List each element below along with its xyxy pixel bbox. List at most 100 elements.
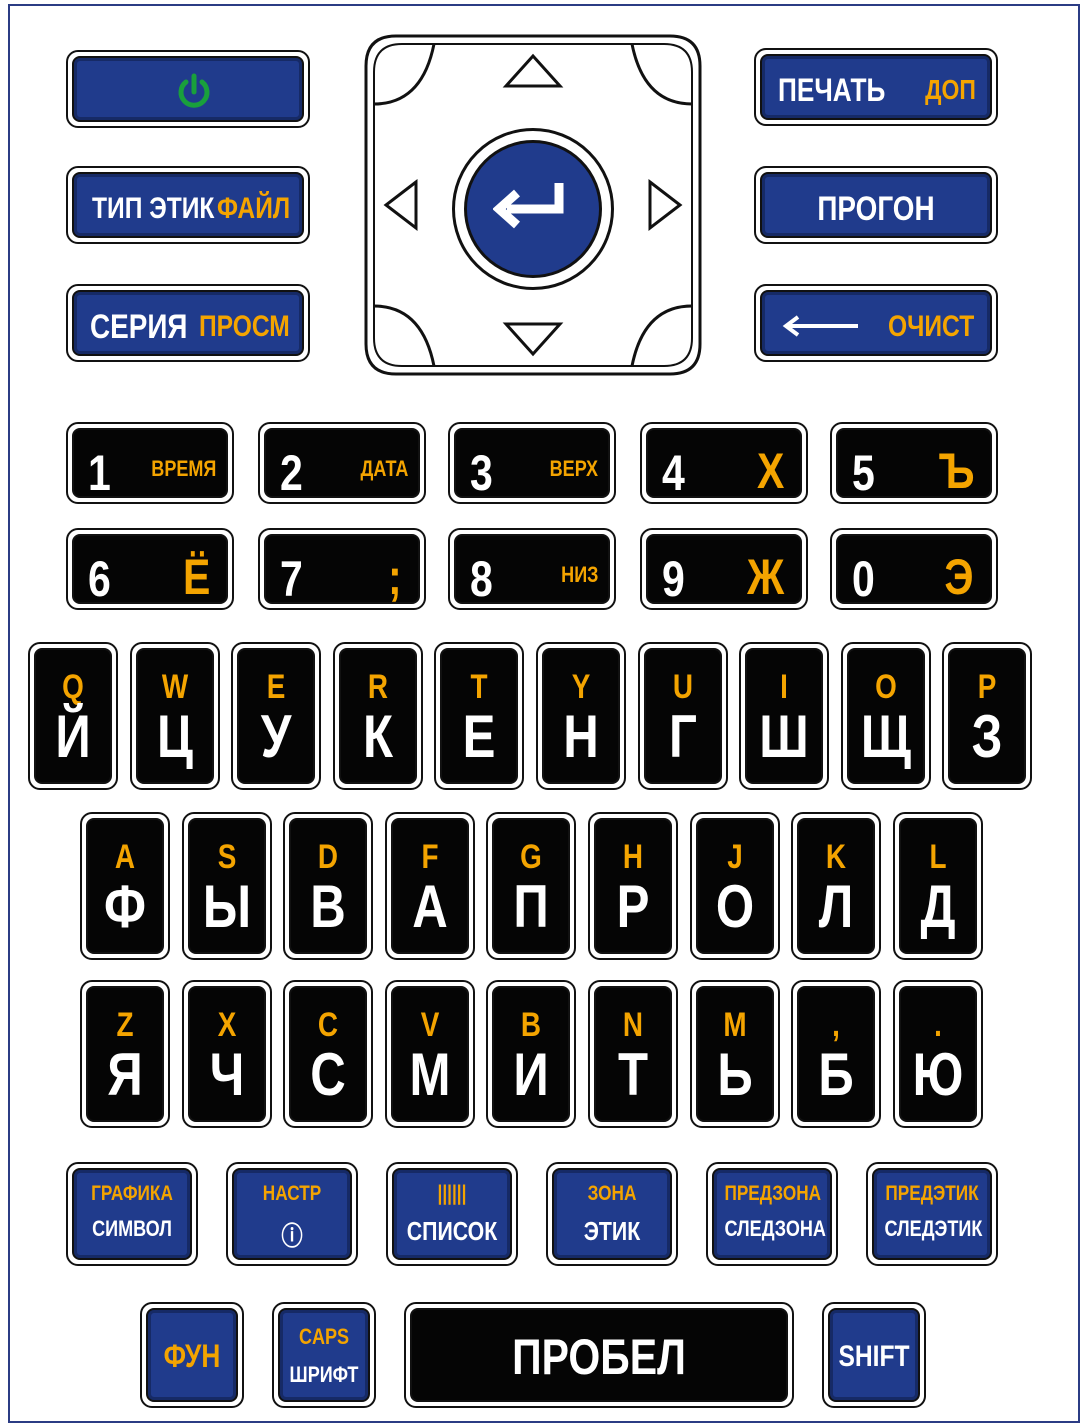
feed-label: ПРОГОН [817,190,935,228]
number-alt-letter: Х [756,443,784,498]
function-main-label: СПИСОК [406,1216,498,1246]
letter-key[interactable]: CС [283,980,373,1128]
letter-key[interactable]: HР [588,812,678,960]
cyrillic-label: И [513,1041,549,1108]
clear-key[interactable]: ОЧИСТ [754,284,998,362]
cyrillic-label: Е [462,703,496,770]
letter-key[interactable]: LД [893,812,983,960]
space-key[interactable]: ПРОБЕЛ [404,1302,794,1408]
function-top-label: ГРАФИКА [91,1182,173,1205]
cyrillic-label: Б [818,1041,854,1108]
label-type-key[interactable]: ТИП ЭТИК ФАЙЛ [66,166,310,244]
letter-key[interactable]: KЛ [791,812,881,960]
number-key-6[interactable]: 6Ё [66,528,234,610]
function-row-key[interactable]: НАСТР ⓘ [226,1162,358,1266]
letter-key[interactable]: NТ [588,980,678,1128]
function-main-label: СИМВОЛ [92,1216,172,1241]
letter-key[interactable]: EУ [231,642,321,790]
function-row-key[interactable]: ПРЕДЗОНА СЛЕДЗОНА [706,1162,838,1266]
number-alt-letter: Э [944,549,974,604]
space-label: ПРОБЕЛ [512,1329,686,1385]
info-icon: ⓘ [281,1221,303,1251]
cyrillic-label: Ь [717,1041,753,1108]
letter-key[interactable]: JО [690,812,780,960]
backspace-arrow-icon [782,315,858,337]
number-label: 7 [280,551,303,604]
letter-key[interactable]: UГ [638,642,728,790]
number-label: 1 [88,445,111,498]
letter-key[interactable]: TЕ [434,642,524,790]
number-key-7[interactable]: 7; [258,528,426,610]
number-alt-letter: Ъ [938,443,974,498]
letter-key[interactable]: DВ [283,812,373,960]
letter-key[interactable]: AФ [80,812,170,960]
cyrillic-label: Р [616,873,650,940]
number-label: 9 [662,551,685,604]
caps-font-key[interactable]: CAPS ШРИФТ [272,1302,376,1408]
number-key-8[interactable]: 8 НИЗ [448,528,616,610]
letter-key[interactable]: XЧ [182,980,272,1128]
letter-key[interactable]: .Ю [893,980,983,1128]
letter-key[interactable]: WЦ [130,642,220,790]
cyrillic-label: З [971,703,1003,770]
letter-key[interactable]: GП [486,812,576,960]
caps-label: CAPS [298,1324,350,1349]
number-label: 6 [88,551,111,604]
cyrillic-label: Ш [759,703,809,770]
function-main-label: СЛЕДЭТИК [884,1216,983,1241]
letter-key[interactable]: PЗ [942,642,1032,790]
function-row-key[interactable]: ЗОНА ЭТИК [546,1162,678,1266]
shift-key[interactable]: SHIFT [822,1302,926,1408]
power-key[interactable] [66,50,310,128]
cyrillic-label: О [715,873,755,940]
letter-key[interactable]: OЩ [841,642,931,790]
letter-key[interactable]: IШ [739,642,829,790]
series-key[interactable]: СЕРИЯ ПРОСМ [66,284,310,362]
function-key[interactable]: ФУН [140,1302,244,1408]
enter-key[interactable] [452,128,614,290]
clear-label: ОЧИСТ [887,310,974,343]
cyrillic-label: Ф [104,873,146,940]
extra-label: ДОП [925,74,976,105]
cyrillic-label: Ы [202,873,252,940]
cyrillic-label: В [310,873,346,940]
cyrillic-label: Ю [912,1041,964,1108]
letter-key[interactable]: MЬ [690,980,780,1128]
letter-key[interactable]: ,Б [791,980,881,1128]
number-key-4[interactable]: 4Х [640,422,808,504]
function-label: ФУН [163,1338,221,1374]
letter-key[interactable]: BИ [486,980,576,1128]
enter-icon [493,183,564,229]
function-top-label: ПРЕДЗОНА [724,1182,822,1205]
letter-key[interactable]: ZЯ [80,980,170,1128]
label-type-label: ТИП ЭТИК [92,192,215,225]
number-key-3[interactable]: 3 ВЕРХ [448,422,616,504]
number-key-9[interactable]: 9Ж [640,528,808,610]
cyrillic-label: Й [55,703,91,770]
function-main-label: СЛЕДЗОНА [724,1216,826,1241]
number-label: 3 [470,445,493,498]
number-key-1[interactable]: 1 ВРЕМЯ [66,422,234,504]
print-label: ПЕЧАТЬ [778,72,886,108]
letter-key[interactable]: VМ [385,980,475,1128]
letter-key[interactable]: SЫ [182,812,272,960]
number-key-2[interactable]: 2 ДАТА [258,422,426,504]
shift-label: SHIFT [838,1340,910,1373]
function-row-key[interactable]: |||||| СПИСОК [386,1162,518,1266]
print-key[interactable]: ПЕЧАТЬ ДОП [754,48,998,126]
feed-key[interactable]: ПРОГОН [754,166,998,244]
function-row-key[interactable]: ГРАФИКА СИМВОЛ [66,1162,198,1266]
letter-key[interactable]: QЙ [28,642,118,790]
number-alt-letter: Ё [182,549,210,604]
cyrillic-label: Т [617,1041,649,1108]
cyrillic-label: П [513,873,549,940]
letter-key[interactable]: RК [333,642,423,790]
letter-key[interactable]: FА [385,812,475,960]
cyrillic-label: Щ [860,703,912,770]
number-alt-label: НИЗ [560,562,598,587]
letter-key[interactable]: YН [536,642,626,790]
view-label: ПРОСМ [199,310,290,343]
function-row-key[interactable]: ПРЕДЭТИК СЛЕДЭТИК [866,1162,998,1266]
number-key-0[interactable]: 0Э [830,528,998,610]
number-key-5[interactable]: 5Ъ [830,422,998,504]
